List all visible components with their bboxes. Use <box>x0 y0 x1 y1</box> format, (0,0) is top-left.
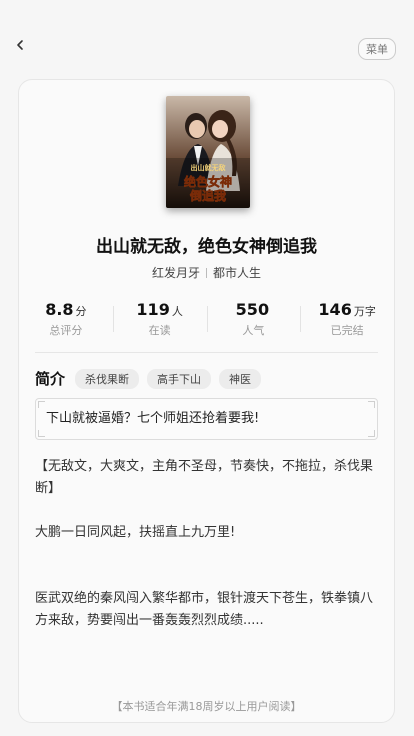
description-paragraph: 医武双绝的秦风闯入繁华都市，银针渡天下苍生，铁拳镇八方来敌，势要闯出一番轰轰烈烈… <box>35 591 374 628</box>
description-paragraph: 【无敌文，大爽文，主角不圣母，节奏快，不拖拉，杀伐果断】 <box>35 459 374 496</box>
intro-header: 简介 杀伐果断 高手下山 神医 <box>35 368 269 389</box>
cover-subtitle: 出山就无敌 <box>191 163 226 172</box>
stat-rating: 8.8 分 总评分 <box>45 300 87 337</box>
frame-corner <box>368 430 375 437</box>
intro-label: 简介 <box>35 370 66 388</box>
book-cover[interactable]: 出山就无敌 绝色女神 倒追我 <box>166 96 250 208</box>
frame-corner <box>368 401 375 408</box>
stats-row: 8.8 分 总评分 119 人 在读 550 人气 146 万字 已完结 <box>19 300 394 340</box>
cover-title-line2: 倒追我 <box>189 188 226 203</box>
book-detail-card: 出山就无敌 绝色女神 倒追我 出山就无敌，绝色女神倒追我 红发月牙 都市人生 8.… <box>18 79 395 723</box>
menu-button[interactable]: 菜单 <box>358 38 396 60</box>
stat-readers: 119 人 在读 <box>112 300 207 340</box>
frame-corner <box>38 401 45 408</box>
author-name[interactable]: 红发月牙 <box>152 266 200 280</box>
tag-item[interactable]: 神医 <box>219 368 262 389</box>
quote-text: 下山就被逼婚？七个师姐还抢着要我! <box>46 411 260 426</box>
book-meta: 红发月牙 都市人生 <box>19 264 394 281</box>
tag-item[interactable]: 高手下山 <box>147 368 212 389</box>
book-category[interactable]: 都市人生 <box>213 266 261 280</box>
description-paragraph: 大鹏一日同风起，扶摇直上九万里! <box>35 525 236 540</box>
stat-popularity: 550 人气 <box>206 300 301 340</box>
meta-divider <box>206 268 207 278</box>
book-title: 出山就无敌，绝色女神倒追我 <box>96 237 317 257</box>
tag-item[interactable]: 杀伐果断 <box>75 368 140 389</box>
back-arrow-icon[interactable] <box>12 36 30 54</box>
age-notice: 【本书适合年满18周岁以上用户阅读】 <box>111 700 302 713</box>
top-bar: 菜单 <box>0 0 414 80</box>
divider <box>35 352 378 353</box>
cover-title: 绝色女神 <box>184 174 232 189</box>
stat-word-count: 146 万字 已完结 <box>300 300 394 340</box>
intro-quote: 下山就被逼婚？七个师姐还抢着要我! <box>35 398 378 440</box>
book-description: 【无敌文，大爽文，主角不圣母，节奏快，不拖拉，杀伐果断】 大鹏一日同风起，扶摇直… <box>35 456 383 632</box>
frame-corner <box>38 430 45 437</box>
